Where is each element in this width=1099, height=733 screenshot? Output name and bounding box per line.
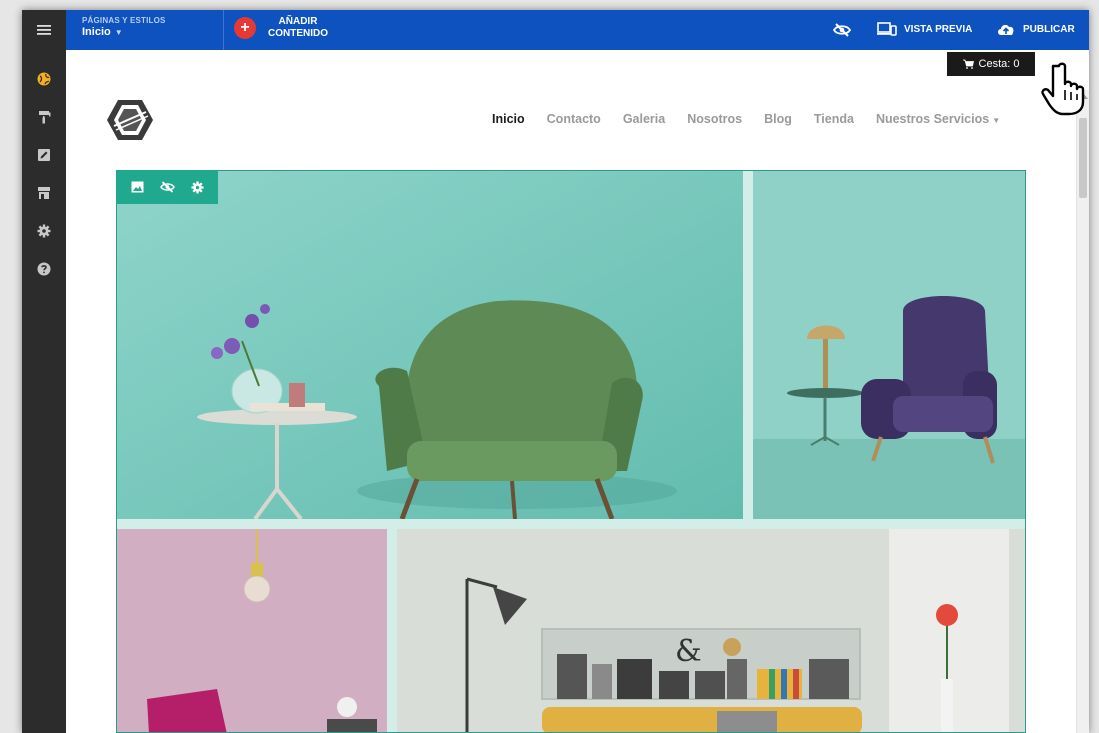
publish-button[interactable]: PUBLICAR bbox=[996, 22, 1075, 36]
nav-item-blog[interactable]: Blog bbox=[764, 112, 792, 126]
topbar-divider bbox=[223, 10, 224, 50]
shopping-cart-icon bbox=[962, 59, 974, 69]
image-toolbar-hide-button[interactable] bbox=[157, 177, 177, 197]
store-icon bbox=[38, 187, 50, 199]
preview-button[interactable]: VISTA PREVIA bbox=[877, 22, 972, 36]
editor-topbar: PÁGINAS Y ESTILOS Inicio ▼ + AÑADIR CONT… bbox=[22, 10, 1089, 50]
sidebar-item-help[interactable] bbox=[33, 258, 55, 280]
sidebar-item-website[interactable] bbox=[33, 68, 55, 90]
add-content-label-line2: CONTENIDO bbox=[268, 28, 328, 39]
sidebar-item-content[interactable] bbox=[33, 144, 55, 166]
add-content-button[interactable]: + AÑADIR CONTENIDO bbox=[234, 16, 330, 40]
pages-and-styles-selector[interactable]: PÁGINAS Y ESTILOS Inicio ▼ bbox=[82, 16, 166, 38]
nav-item-contacto[interactable]: Contacto bbox=[547, 112, 601, 126]
site-logo[interactable] bbox=[106, 98, 154, 142]
image-gallery[interactable]: & bbox=[116, 170, 1026, 733]
devices-icon bbox=[877, 22, 897, 36]
help-icon bbox=[37, 262, 51, 276]
image-toolbar-image-button[interactable] bbox=[127, 177, 147, 197]
sidebar-item-settings[interactable] bbox=[33, 220, 55, 242]
gallery-image-green-chair[interactable] bbox=[117, 171, 743, 519]
nav-item-nosotros[interactable]: Nosotros bbox=[687, 112, 742, 126]
cloud-upload-icon bbox=[998, 24, 1014, 35]
sidebar-item-design[interactable] bbox=[33, 106, 55, 128]
chevron-down-icon: ▼ bbox=[992, 116, 1001, 125]
gear-icon bbox=[190, 180, 204, 194]
cart-label: Cesta: 0 bbox=[978, 58, 1020, 70]
page-scrollbar[interactable] bbox=[1076, 90, 1089, 733]
pages-and-styles-label: PÁGINAS Y ESTILOS bbox=[82, 16, 166, 25]
edit-text-icon bbox=[38, 149, 50, 161]
menu-button[interactable] bbox=[22, 10, 66, 50]
globe-icon bbox=[37, 72, 51, 86]
scrollbar-thumb[interactable] bbox=[1079, 118, 1087, 198]
gallery-image-bookshelf[interactable]: & bbox=[397, 529, 1025, 732]
editor-sidebar bbox=[22, 50, 66, 733]
gallery-image-pink-wall[interactable] bbox=[117, 529, 387, 732]
hamburger-icon bbox=[37, 25, 51, 35]
gear-icon bbox=[37, 224, 51, 238]
website-canvas: Cesta: 0 Inicio Contacto Galeria Nosotro… bbox=[66, 50, 1089, 733]
nav-item-nuestros-servicios[interactable]: Nuestros Servicios ▼ bbox=[876, 112, 1000, 126]
image-icon bbox=[131, 181, 143, 193]
editor-window: PÁGINAS Y ESTILOS Inicio ▼ + AÑADIR CONT… bbox=[22, 10, 1089, 733]
nav-item-galeria[interactable]: Galeria bbox=[623, 112, 665, 126]
nav-item-tienda[interactable]: Tienda bbox=[814, 112, 854, 126]
cart-button[interactable]: Cesta: 0 bbox=[947, 52, 1035, 76]
image-edit-toolbar bbox=[116, 170, 218, 204]
paint-roller-icon bbox=[39, 111, 51, 124]
hand-pointer-cursor-icon bbox=[1041, 62, 1085, 116]
image-toolbar-settings-button[interactable] bbox=[187, 177, 207, 197]
site-navigation: Inicio Contacto Galeria Nosotros Blog Ti… bbox=[492, 112, 1000, 126]
sidebar-item-store[interactable] bbox=[33, 182, 55, 204]
current-page-name: Inicio bbox=[82, 26, 111, 38]
plus-icon: + bbox=[234, 17, 256, 39]
preview-label: VISTA PREVIA bbox=[904, 23, 973, 35]
gallery-image-purple-armchair[interactable] bbox=[753, 171, 1025, 519]
eye-slash-icon bbox=[159, 181, 175, 193]
publish-label: PUBLICAR bbox=[1023, 23, 1075, 35]
eye-slash-icon bbox=[833, 23, 851, 37]
hide-elements-button[interactable] bbox=[830, 20, 854, 40]
nav-item-inicio[interactable]: Inicio bbox=[492, 112, 525, 126]
chevron-down-icon: ▼ bbox=[114, 27, 123, 37]
svg-text:&: & bbox=[675, 634, 702, 669]
add-content-label-line1: AÑADIR bbox=[278, 16, 318, 27]
